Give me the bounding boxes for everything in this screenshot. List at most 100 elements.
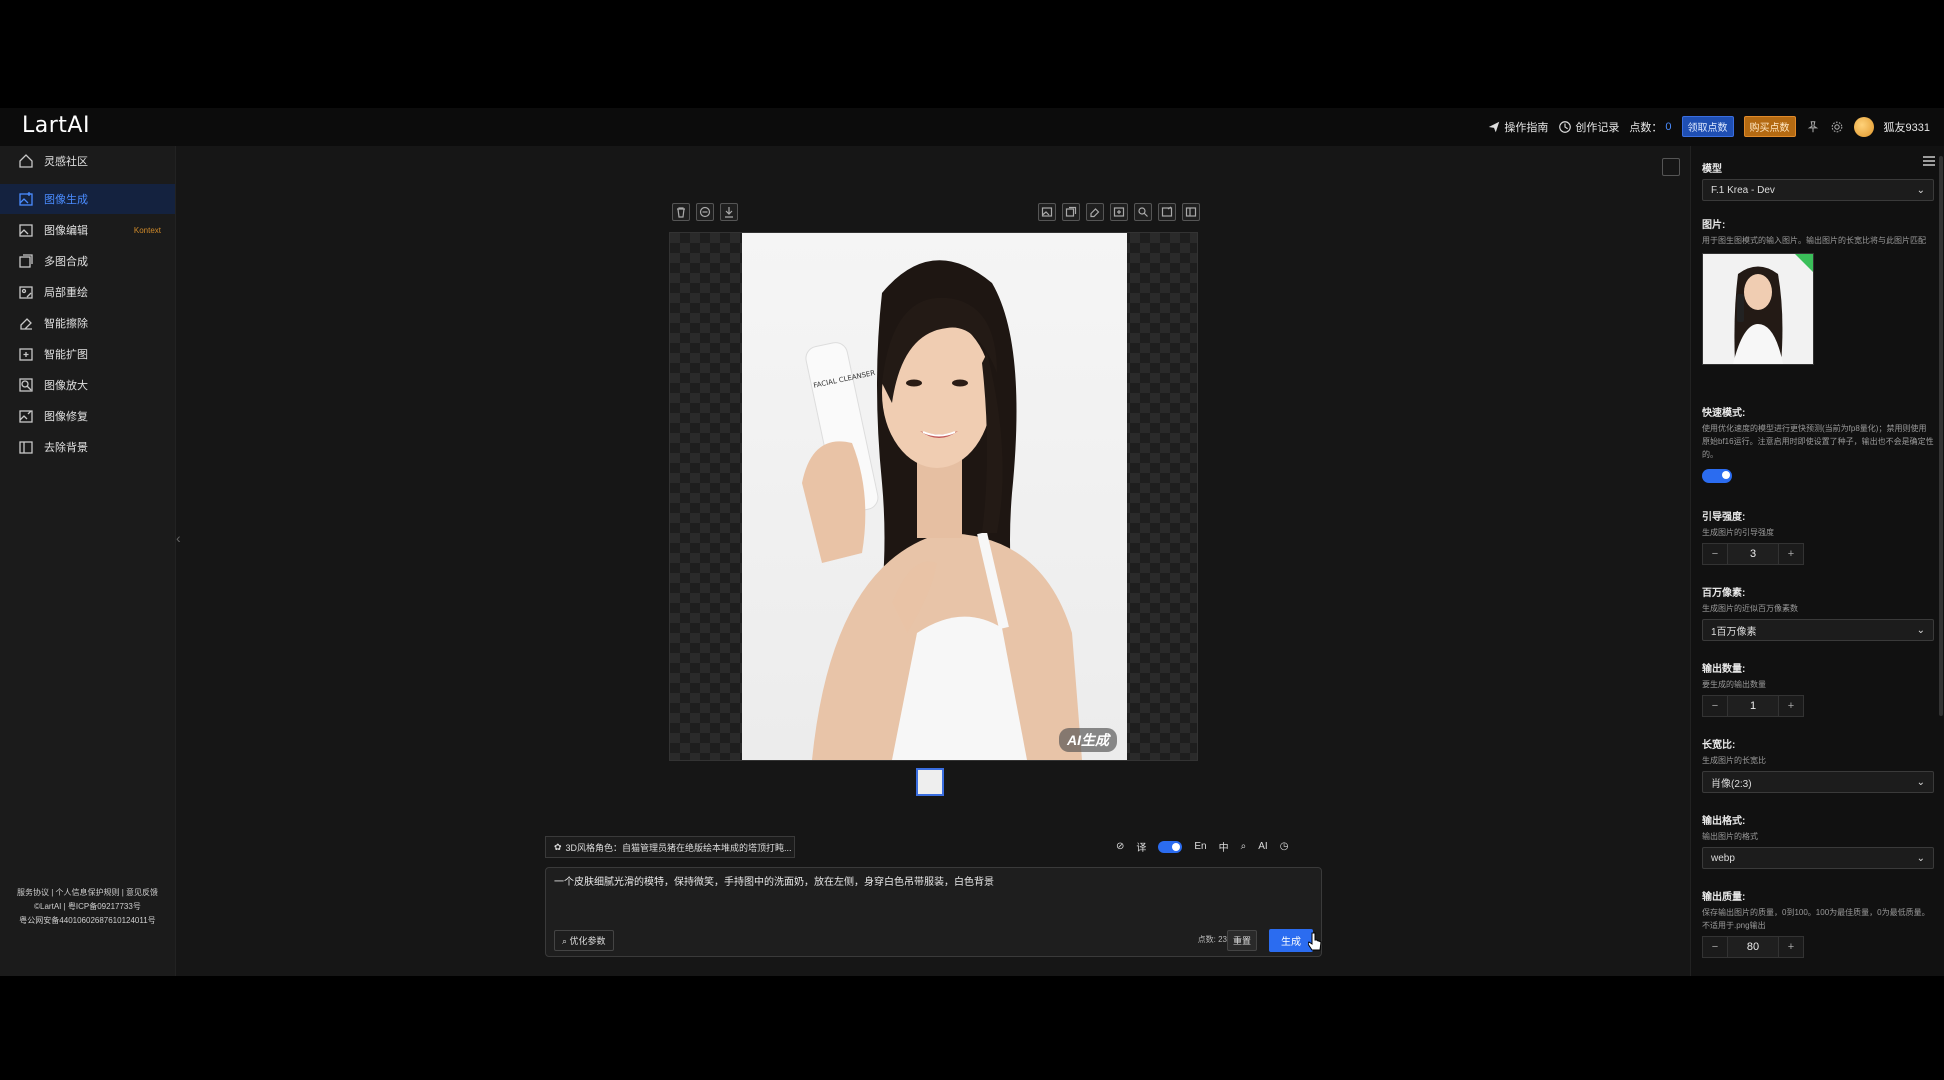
- result-thumbnail[interactable]: [916, 768, 944, 796]
- gear-icon[interactable]: [1830, 120, 1844, 134]
- remove-bg-icon: [19, 441, 33, 454]
- ratio-title: 长宽比:: [1702, 740, 1736, 751]
- buy-points-button[interactable]: 购买点数: [1743, 116, 1796, 137]
- delete-button[interactable]: [672, 203, 690, 221]
- quality-increment-button[interactable]: +: [1779, 937, 1803, 957]
- points-label: 点数：: [1629, 121, 1663, 134]
- count-increment-button[interactable]: +: [1779, 696, 1803, 716]
- canvas-frame[interactable]: FACIAL CLEANSER AI生成: [669, 232, 1198, 761]
- tool-compose-button[interactable]: [1062, 203, 1080, 221]
- panel-scrollbar[interactable]: [1939, 156, 1943, 716]
- sidebar-item-label: 图像修复: [44, 411, 88, 423]
- minus-circle-icon: [699, 206, 711, 218]
- ratio-desc: 生成图片的长宽比: [1702, 756, 1766, 765]
- tool-remove-bg-button[interactable]: [1182, 203, 1200, 221]
- quality-title: 输出质量:: [1702, 892, 1746, 903]
- ratio-select[interactable]: 肖像(2:3) ⌄: [1702, 771, 1934, 793]
- points-cost: 点数: 23: [1197, 935, 1227, 944]
- quality-value[interactable]: 80: [1727, 937, 1779, 957]
- lang-en-button[interactable]: En: [1194, 841, 1206, 852]
- guide-link[interactable]: 操作指南: [1487, 119, 1548, 135]
- trash-icon: [677, 207, 685, 218]
- image-title: 图片:: [1702, 220, 1726, 231]
- format-value: webp: [1711, 852, 1735, 864]
- logo[interactable]: LartAI: [22, 113, 90, 138]
- lang-zh-button[interactable]: 中: [1219, 839, 1229, 854]
- history-label: 创作记录: [1575, 121, 1620, 134]
- sidebar: 灵感社区 图像生成 图像编辑 Kontext 多图合成 局部重绘 智能擦除 智能…: [0, 146, 176, 976]
- tool-erase-button[interactable]: [1086, 203, 1104, 221]
- sidebar-item-inpaint[interactable]: 局部重绘: [0, 277, 175, 307]
- fast-title: 快速模式:: [1702, 408, 1746, 419]
- tool-expand-button[interactable]: [1110, 203, 1128, 221]
- guidance-decrement-button[interactable]: −: [1703, 544, 1727, 564]
- guidance-value[interactable]: 3: [1727, 544, 1779, 564]
- kontext-badge: Kontext: [133, 225, 161, 235]
- layers-icon: [1065, 206, 1077, 217]
- prompt-input[interactable]: 一个皮肤细腻光滑的模特，保持微笑，手持图中的洗面奶，放在左侧，身穿白色吊带服装，…: [545, 867, 1322, 957]
- history-icon[interactable]: ◷: [1280, 841, 1289, 852]
- sidebar-item-label: 灵感社区: [44, 156, 88, 168]
- format-desc: 输出图片的格式: [1702, 832, 1758, 841]
- points-display: 点数： 0: [1629, 119, 1671, 135]
- selected-badge: [1795, 254, 1813, 272]
- generated-image[interactable]: FACIAL CLEANSER AI生成: [742, 233, 1127, 760]
- translate-toggle[interactable]: [1158, 840, 1183, 853]
- tool-image-button[interactable]: [1038, 203, 1056, 221]
- sidebar-item-remove-bg[interactable]: 去除背景: [0, 432, 175, 462]
- sidebar-item-multi-compose[interactable]: 多图合成: [0, 246, 175, 276]
- prompt-suggestion-chip[interactable]: ✿ 3D风格角色：自猫管理员猪在绝版绘本堆成的塔顶打盹...: [545, 836, 795, 858]
- optimize-params-button[interactable]: ⌕ 优化参数: [554, 930, 614, 951]
- sidebar-item-label: 图像生成: [44, 194, 88, 206]
- panel-toggle-button[interactable]: [1662, 158, 1680, 176]
- download-button[interactable]: [720, 203, 738, 221]
- search-icon[interactable]: ⌕: [1241, 841, 1247, 852]
- brush-icon: [19, 286, 33, 299]
- ai-button[interactable]: AI: [1258, 841, 1267, 852]
- eraser-icon: [20, 318, 32, 330]
- format-select[interactable]: webp ⌄: [1702, 847, 1934, 869]
- collapse-sidebar-icon[interactable]: ‹: [176, 530, 181, 546]
- zoom-out-button[interactable]: [696, 203, 714, 221]
- header-actions: 操作指南 创作记录 点数： 0 领取点数 购买点数 狐友9331: [1487, 116, 1930, 137]
- clear-icon[interactable]: ⊘: [1116, 841, 1124, 852]
- clock-icon: [1559, 120, 1572, 133]
- prompt-text[interactable]: 一个皮肤细腻光滑的模特，保持微笑，手持图中的洗面奶，放在左侧，身穿白色吊带服装，…: [554, 873, 994, 888]
- guidance-increment-button[interactable]: +: [1779, 544, 1803, 564]
- megapixel-select[interactable]: 1百万像素 ⌄: [1702, 619, 1934, 641]
- claim-points-button[interactable]: 领取点数: [1681, 116, 1734, 137]
- tool-repair-button[interactable]: [1158, 203, 1176, 221]
- ratio-section: 长宽比: 生成图片的长宽比 肖像(2:3) ⌄: [1702, 736, 1934, 793]
- sidebar-item-image-generate[interactable]: 图像生成: [0, 184, 175, 214]
- pin-icon[interactable]: [1806, 120, 1820, 134]
- footer-links[interactable]: 服务协议 | 个人信息保护规则 | 意见反馈: [0, 886, 175, 900]
- model-section: 模型 F.1 Krea - Dev ⌄: [1702, 160, 1934, 201]
- repair-icon: [1161, 206, 1173, 217]
- top-header: LartAI 操作指南 创作记录 点数： 0 领取点数 购买点数 狐友9331: [0, 108, 1944, 146]
- sidebar-item-erase[interactable]: 智能擦除: [0, 308, 175, 338]
- model-title: 模型: [1702, 164, 1722, 175]
- image-edit-icon: [19, 224, 33, 237]
- download-icon: [725, 207, 733, 218]
- sidebar-footer: 服务协议 | 个人信息保护规则 | 意见反馈 ©LartAI | 粤ICP备09…: [0, 886, 175, 928]
- history-link[interactable]: 创作记录: [1558, 119, 1619, 135]
- username[interactable]: 狐友9331: [1884, 119, 1930, 135]
- count-decrement-button[interactable]: −: [1703, 696, 1727, 716]
- tool-upscale-button[interactable]: [1134, 203, 1152, 221]
- sidebar-item-label: 多图合成: [44, 256, 88, 268]
- chevron-down-icon: ⌄: [1916, 852, 1925, 864]
- generate-button[interactable]: 生成: [1269, 929, 1313, 952]
- prompt-chip-text: 3D风格角色：自猫管理员猪在绝版绘本堆成的塔顶打盹...: [565, 842, 792, 853]
- quality-decrement-button[interactable]: −: [1703, 937, 1727, 957]
- input-image-thumbnail[interactable]: [1702, 253, 1814, 365]
- sidebar-item-expand[interactable]: 智能扩图: [0, 339, 175, 369]
- sidebar-item-image-edit[interactable]: 图像编辑 Kontext: [0, 215, 175, 245]
- count-value[interactable]: 1: [1727, 696, 1779, 716]
- reset-button[interactable]: 重置: [1226, 930, 1257, 951]
- fast-mode-toggle[interactable]: [1702, 469, 1732, 483]
- sidebar-item-repair[interactable]: 图像修复: [0, 401, 175, 431]
- sidebar-item-upscale[interactable]: 图像放大: [0, 370, 175, 400]
- avatar[interactable]: [1853, 116, 1874, 137]
- sidebar-item-community[interactable]: 灵感社区: [0, 146, 175, 176]
- model-select[interactable]: F.1 Krea - Dev ⌄: [1702, 179, 1934, 201]
